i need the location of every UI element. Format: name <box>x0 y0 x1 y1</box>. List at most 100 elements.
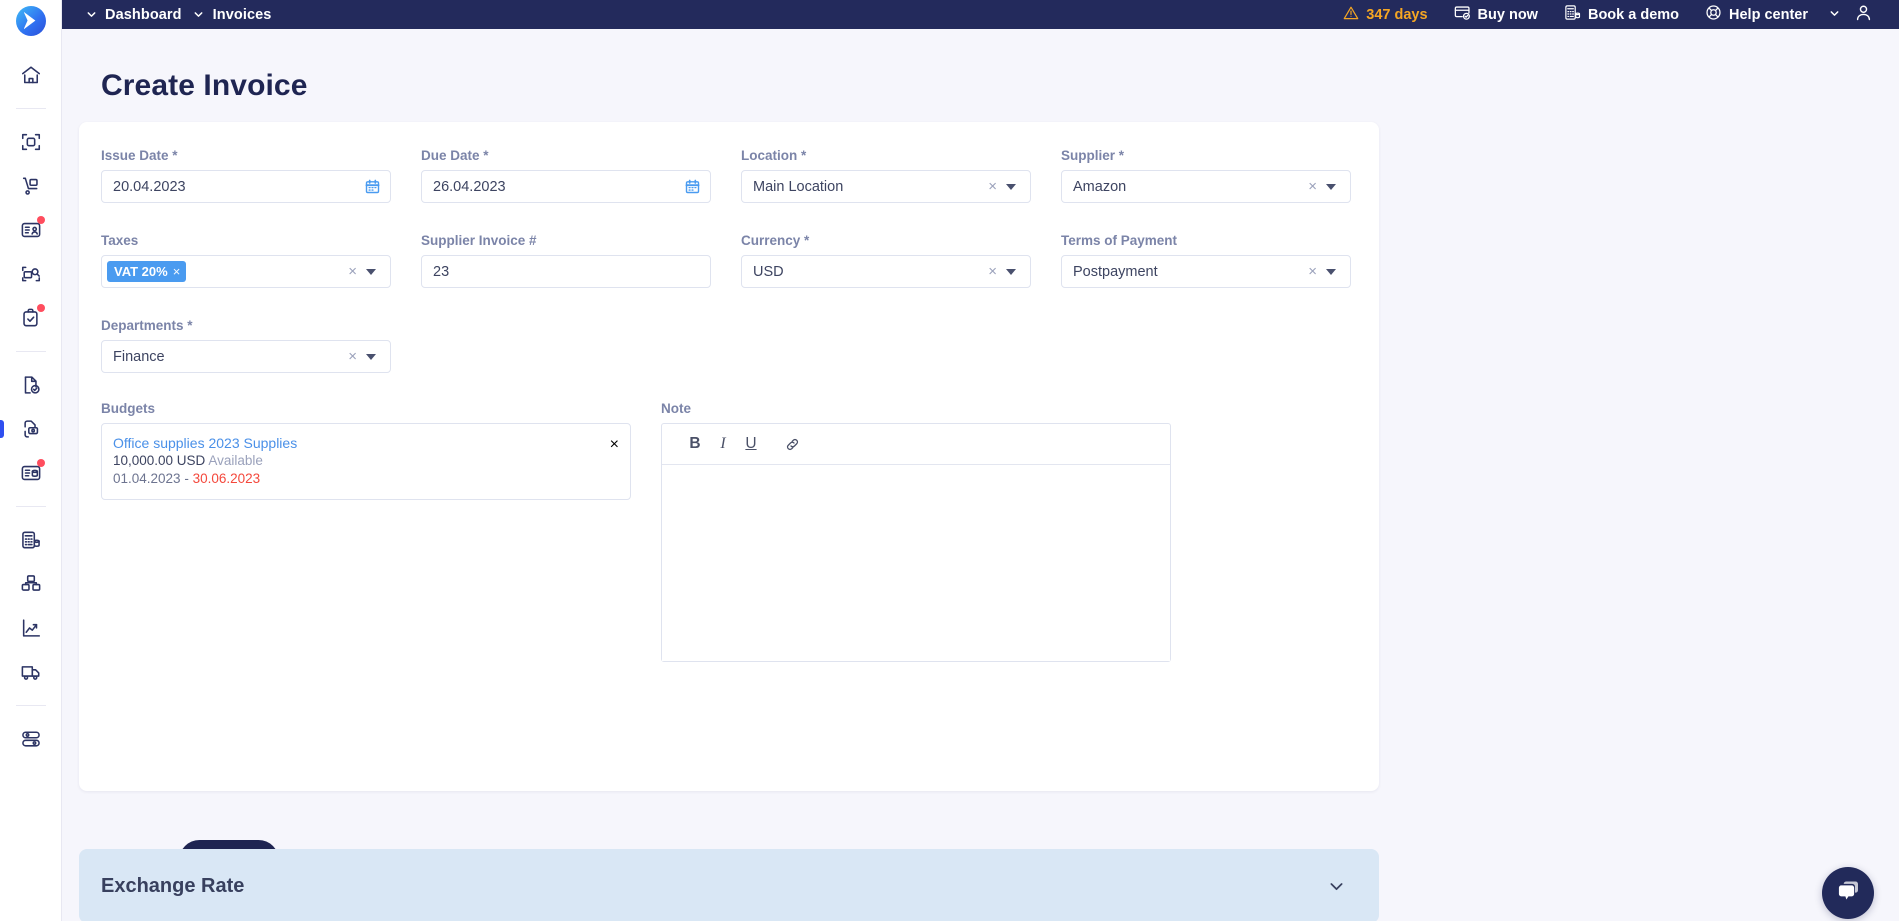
departments-select[interactable]: Finance × <box>101 340 391 373</box>
location-select[interactable]: Main Location × <box>741 170 1031 203</box>
issue-date-label: Issue Date * <box>101 148 178 163</box>
sidebar-item-reports[interactable] <box>0 606 62 650</box>
supplier-invoice-field: Supplier Invoice # 23 <box>421 233 711 288</box>
sidebar-item-receiving[interactable] <box>0 164 62 208</box>
form-row-2: Taxes VAT 20% × × Supplier Invoice # 23 … <box>79 207 1379 288</box>
currency-value: USD <box>753 263 784 280</box>
note-textarea[interactable] <box>662 465 1170 661</box>
app-logo[interactable] <box>0 5 62 36</box>
budgets-label: Budgets <box>101 401 155 416</box>
currency-field: Currency * USD × <box>741 233 1031 288</box>
budget-item-amount-row: 10,000.00 USD Available <box>113 452 610 470</box>
sidebar-item-home[interactable] <box>0 53 62 97</box>
location-label: Location * <box>741 148 807 163</box>
chevron-down-icon[interactable] <box>189 9 209 20</box>
due-date-input[interactable]: 26.04.2023 <box>421 170 711 203</box>
bold-button[interactable]: B <box>681 430 709 458</box>
top-navigation-bar: Dashboard Invoices 347 days Buy now Book… <box>62 0 1899 29</box>
topbar-actions: 347 days Buy now Book a demo Help center <box>1330 0 1899 29</box>
clear-icon[interactable]: × <box>341 264 364 279</box>
chat-widget-button[interactable] <box>1822 867 1874 919</box>
currency-select[interactable]: USD × <box>741 255 1031 288</box>
chart-trend-icon <box>20 617 42 639</box>
chat-bubbles-icon <box>1836 878 1861 908</box>
breadcrumb-dashboard[interactable]: Dashboard <box>101 7 189 23</box>
chevron-down-icon[interactable] <box>1327 877 1346 896</box>
chevron-down-icon[interactable] <box>1326 183 1336 190</box>
sidebar-item-products[interactable] <box>0 120 62 164</box>
notification-badge <box>36 304 45 312</box>
boxes-icon <box>20 573 42 595</box>
terms-of-payment-select[interactable]: Postpayment × <box>1061 255 1351 288</box>
clear-icon[interactable]: × <box>341 349 364 364</box>
supplier-invoice-label: Supplier Invoice # <box>421 233 537 248</box>
toggles-icon <box>20 728 42 750</box>
user-menu-chevron[interactable] <box>1821 6 1848 24</box>
chevron-down-icon[interactable] <box>81 9 101 20</box>
help-center-button[interactable]: Help center <box>1692 0 1821 29</box>
italic-button[interactable]: I <box>709 430 737 458</box>
grid-gap <box>391 233 421 288</box>
supplier-select[interactable]: Amazon × <box>1061 170 1351 203</box>
note-field: Note B I U <box>661 401 1171 662</box>
chevron-down-icon[interactable] <box>1326 268 1336 275</box>
issue-date-input[interactable]: 20.04.2023 <box>101 170 391 203</box>
chevron-down-icon[interactable] <box>1006 183 1016 190</box>
supplier-invoice-input[interactable]: 23 <box>421 255 711 288</box>
departments-field: Departments * Finance × <box>101 318 391 373</box>
location-field: Location * Main Location × <box>741 148 1031 203</box>
exchange-rate-section[interactable]: Exchange Rate <box>79 849 1379 921</box>
budgets-and-note-row: Budgets Office supplies 2023 Supplies 10… <box>79 401 1379 662</box>
clear-icon[interactable]: × <box>610 436 619 454</box>
form-row-3: Departments * Finance × <box>79 292 1379 373</box>
clear-icon[interactable]: × <box>981 264 1004 279</box>
notification-badge <box>36 459 45 467</box>
supplier-invoice-value: 23 <box>433 263 450 280</box>
card-check-icon <box>1454 4 1471 25</box>
clear-icon[interactable]: × <box>1301 179 1324 194</box>
help-center-label: Help center <box>1729 6 1808 23</box>
sidebar-item-tasks[interactable] <box>0 296 62 340</box>
due-date-value: 26.04.2023 <box>433 178 506 195</box>
clear-icon[interactable]: × <box>981 179 1004 194</box>
departments-label: Departments * <box>101 318 193 333</box>
sidebar-item-documents[interactable] <box>0 363 62 407</box>
warning-triangle-icon <box>1343 5 1359 25</box>
chevron-down-icon[interactable] <box>1006 268 1016 275</box>
taxes-select[interactable]: VAT 20% × × <box>101 255 391 288</box>
avatar[interactable] <box>1848 3 1889 27</box>
grid-gap <box>631 401 661 662</box>
sidebar-items <box>0 53 62 761</box>
hand-truck-icon <box>20 175 42 197</box>
clear-icon[interactable]: × <box>1301 264 1324 279</box>
trial-days-label: 347 days <box>1366 6 1428 23</box>
calculator-icon <box>1564 4 1581 25</box>
buy-now-button[interactable]: Buy now <box>1441 0 1551 29</box>
calendar-icon[interactable] <box>365 179 384 194</box>
sidebar-item-payments[interactable] <box>0 451 62 495</box>
sidebar-item-accounting[interactable] <box>0 518 62 562</box>
sidebar-item-shipping[interactable] <box>0 650 62 694</box>
chevron-down-icon[interactable] <box>366 268 376 275</box>
budget-item-period: 01.04.2023 - 30.06.2023 <box>113 470 610 488</box>
taxes-label: Taxes <box>101 233 139 248</box>
sidebar-item-invoices[interactable] <box>0 407 62 451</box>
sidebar-item-stock-check[interactable] <box>0 252 62 296</box>
budget-item-amount: 10,000.00 USD <box>113 453 206 469</box>
tax-chip-remove-icon[interactable]: × <box>173 264 181 279</box>
chevron-down-icon <box>1829 6 1840 24</box>
underline-button[interactable]: U <box>737 430 765 458</box>
breadcrumb-invoices[interactable]: Invoices <box>209 7 279 23</box>
chevron-down-icon[interactable] <box>366 353 376 360</box>
calendar-icon[interactable] <box>685 179 704 194</box>
trial-days-indicator[interactable]: 347 days <box>1330 0 1440 29</box>
sidebar-item-orders[interactable] <box>0 208 62 252</box>
budgets-select[interactable]: Office supplies 2023 Supplies 10,000.00 … <box>101 423 631 501</box>
book-a-demo-button[interactable]: Book a demo <box>1551 0 1692 29</box>
sidebar-item-assembly[interactable] <box>0 562 62 606</box>
tax-chip[interactable]: VAT 20% × <box>107 261 187 282</box>
sidebar-item-integrations[interactable] <box>0 717 62 761</box>
link-icon[interactable] <box>778 430 806 458</box>
budgets-field: Budgets Office supplies 2023 Supplies 10… <box>101 401 631 662</box>
page-body: Create Invoice Issue Date * 20.04.2023 D… <box>62 29 1899 921</box>
